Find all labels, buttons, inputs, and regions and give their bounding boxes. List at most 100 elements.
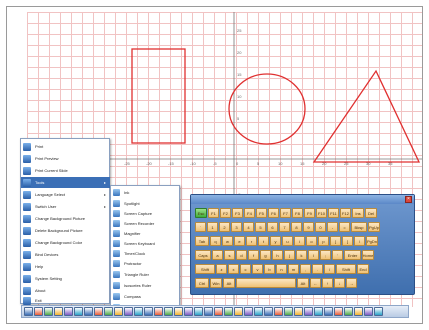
toolbar-button[interactable] <box>344 307 353 316</box>
toolbar-button[interactable] <box>254 307 263 316</box>
key[interactable]: F3 <box>232 208 243 218</box>
key[interactable]: 9 <box>303 222 314 232</box>
key[interactable]: \ <box>354 236 365 246</box>
key[interactable]: Bksp <box>351 222 367 232</box>
toolbar-button[interactable] <box>184 307 193 316</box>
key[interactable]: F1 <box>208 208 219 218</box>
key[interactable]: 0 <box>315 222 326 232</box>
key[interactable]: n <box>276 264 287 274</box>
toolbar-button[interactable] <box>94 307 103 316</box>
key[interactable]: F7 <box>280 208 291 218</box>
key[interactable]: l <box>308 250 319 260</box>
menu-item-tools[interactable]: Tools ▸ <box>21 177 110 188</box>
key[interactable]: 4 <box>243 222 254 232</box>
key[interactable]: r <box>246 236 257 246</box>
key-space[interactable] <box>236 278 296 288</box>
toolbar-button[interactable] <box>314 307 323 316</box>
toolbar-button[interactable] <box>134 307 143 316</box>
key[interactable]: 3 <box>231 222 242 232</box>
key[interactable]: x <box>228 264 239 274</box>
key[interactable]: 7 <box>279 222 290 232</box>
key[interactable]: h <box>272 250 283 260</box>
toolbar-button[interactable] <box>154 307 163 316</box>
toolbar-button[interactable] <box>244 307 253 316</box>
key[interactable]: z <box>216 264 227 274</box>
key[interactable]: Shift <box>336 264 356 274</box>
toolbar-button[interactable] <box>74 307 83 316</box>
toolbar-button[interactable] <box>294 307 303 316</box>
key[interactable]: p <box>318 236 329 246</box>
toolbar-button[interactable] <box>354 307 363 316</box>
key[interactable]: ; <box>320 250 331 260</box>
key[interactable]: Del <box>365 208 377 218</box>
toolbar-button[interactable] <box>374 307 383 316</box>
menu-item-language-select[interactable]: Language Select ▸ <box>21 189 110 200</box>
menu-item-print[interactable]: Print <box>21 141 110 152</box>
key[interactable]: Alt <box>297 278 309 288</box>
key[interactable]: ` <box>195 222 206 232</box>
key[interactable]: c <box>240 264 251 274</box>
toolbar-button[interactable] <box>304 307 313 316</box>
toolbar-button[interactable] <box>204 307 213 316</box>
key[interactable]: b <box>264 264 275 274</box>
key[interactable]: F12 <box>340 208 351 218</box>
key[interactable]: Alt <box>223 278 235 288</box>
menu-item-change-background-picture[interactable]: Change Background Picture <box>21 213 110 224</box>
key[interactable]: F5 <box>256 208 267 218</box>
key[interactable]: F2 <box>220 208 231 218</box>
key[interactable]: [ <box>330 236 341 246</box>
key[interactable]: F11 <box>328 208 339 218</box>
toolbar-button[interactable] <box>234 307 243 316</box>
toolbar-button[interactable] <box>364 307 373 316</box>
key[interactable]: = <box>339 222 350 232</box>
key[interactable]: Home <box>362 250 374 260</box>
key[interactable]: F10 <box>316 208 327 218</box>
key[interactable]: k <box>296 250 307 260</box>
key[interactable]: w <box>222 236 233 246</box>
key[interactable]: F8 <box>292 208 303 218</box>
toolbar-button[interactable] <box>174 307 183 316</box>
key[interactable]: → <box>346 278 357 288</box>
toolbar-button[interactable] <box>144 307 153 316</box>
toolbar-button[interactable] <box>214 307 223 316</box>
key[interactable]: 1 <box>207 222 218 232</box>
key[interactable]: t <box>258 236 269 246</box>
menu-item-print-current-slide[interactable]: Print Current Slide <box>21 165 110 176</box>
toolbar-button[interactable] <box>224 307 233 316</box>
toolbar-button[interactable] <box>104 307 113 316</box>
key[interactable]: d <box>236 250 247 260</box>
toolbar-button[interactable] <box>324 307 333 316</box>
key[interactable]: F6 <box>268 208 279 218</box>
toolbar-button[interactable] <box>34 307 43 316</box>
keyboard-title-bar[interactable] <box>191 195 414 204</box>
toolbar-button[interactable] <box>264 307 273 316</box>
key[interactable]: f <box>248 250 259 260</box>
key[interactable]: ↑ <box>322 278 333 288</box>
key[interactable]: ← <box>310 278 321 288</box>
key[interactable]: Ctrl <box>195 278 209 288</box>
key[interactable]: i <box>294 236 305 246</box>
menu-item-bind-devices[interactable]: Bind Devices <box>21 249 110 260</box>
key[interactable]: g <box>260 250 271 260</box>
menu-item-print-preview[interactable]: Print Preview <box>21 153 110 164</box>
key[interactable]: u <box>282 236 293 246</box>
key[interactable]: 6 <box>267 222 278 232</box>
key[interactable]: ' <box>332 250 343 260</box>
menu-item-switch-user[interactable]: Switch User ▸ <box>21 201 110 212</box>
toolbar-button[interactable] <box>84 307 93 316</box>
key[interactable]: End <box>357 264 369 274</box>
menu-item-help[interactable]: Help <box>21 261 110 272</box>
key[interactable]: F9 <box>304 208 315 218</box>
close-icon[interactable]: × <box>405 196 412 203</box>
key[interactable]: Shift <box>195 264 215 274</box>
key[interactable]: Enter <box>344 250 361 260</box>
key[interactable]: ↓ <box>334 278 345 288</box>
key[interactable]: Esc <box>195 208 207 218</box>
key[interactable]: - <box>327 222 338 232</box>
toolbar-button[interactable] <box>114 307 123 316</box>
key[interactable]: PgDn <box>366 236 378 246</box>
key[interactable]: F4 <box>244 208 255 218</box>
key[interactable]: y <box>270 236 281 246</box>
key[interactable]: o <box>306 236 317 246</box>
toolbar-button[interactable] <box>124 307 133 316</box>
